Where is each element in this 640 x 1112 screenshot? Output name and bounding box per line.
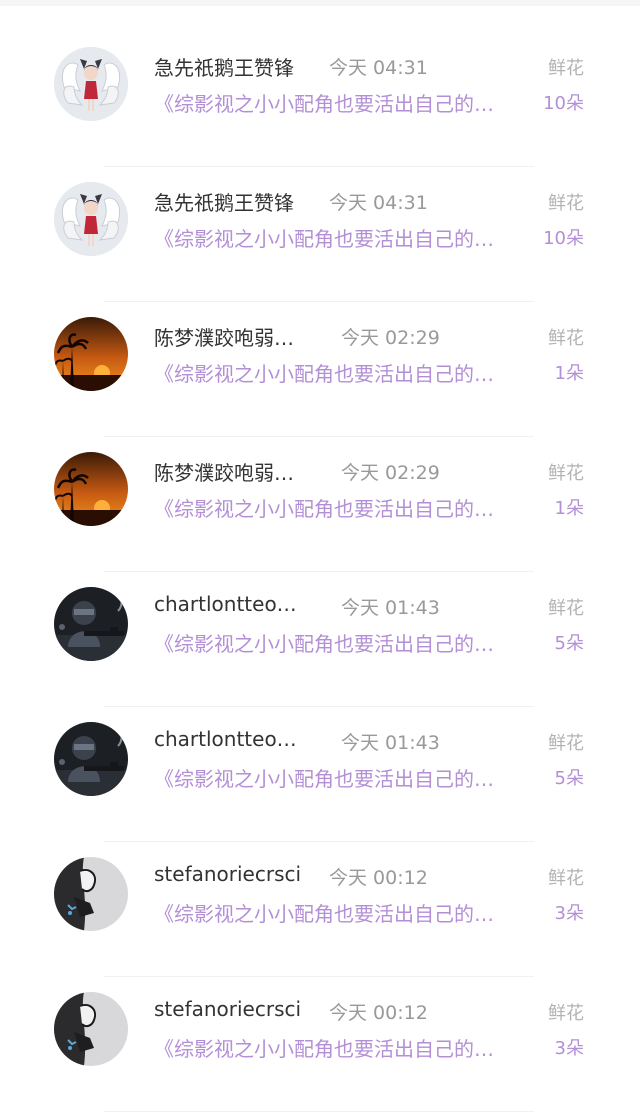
user-name[interactable]: stefanoriecrsci (154, 997, 301, 1021)
gift-time: 今天 02:29 (341, 327, 440, 349)
avatar[interactable] (54, 452, 128, 526)
book-title-link[interactable]: 《综影视之小小配角也要活出自己的… (154, 223, 494, 252)
book-title-link[interactable]: 《综影视之小小配角也要活出自己的… (154, 88, 494, 117)
gift-type-label: 鲜花 (548, 1003, 584, 1024)
avatar[interactable] (54, 587, 128, 661)
list-item[interactable]: 急先祇鹅王赞锋 今天 04:31 鲜花 《综影视之小小配角也要活出自己的… 10… (0, 32, 640, 167)
avatar[interactable] (54, 47, 128, 121)
flower-count: 3朵 (554, 903, 584, 924)
flower-count: 1朵 (554, 363, 584, 384)
gift-time: 今天 01:43 (341, 597, 440, 619)
gift-type-label: 鲜花 (548, 598, 584, 619)
flower-count: 5朵 (554, 768, 584, 789)
list-item[interactable]: 急先祇鹅王赞锋 今天 04:31 鲜花 《综影视之小小配角也要活出自己的… 10… (0, 167, 640, 302)
user-name[interactable]: 急先祇鹅王赞锋 (154, 52, 294, 81)
gift-time: 今天 00:12 (329, 1002, 428, 1024)
flower-count: 5朵 (554, 633, 584, 654)
list-item[interactable]: chartlontteo… 今天 01:43 鲜花 《综影视之小小配角也要活出自… (0, 707, 640, 842)
user-name[interactable]: stefanoriecrsci (154, 862, 301, 886)
gift-time: 今天 01:43 (341, 732, 440, 754)
list-item[interactable]: 陈梦濮跤咆弱… 今天 02:29 鲜花 《综影视之小小配角也要活出自己的… 1朵 (0, 437, 640, 572)
flower-count: 10朵 (543, 93, 584, 114)
gift-type-label: 鲜花 (548, 328, 584, 349)
gift-record-page: 急先祇鹅王赞锋 今天 04:31 鲜花 《综影视之小小配角也要活出自己的… 10… (0, 0, 640, 1112)
gift-type-label: 鲜花 (548, 193, 584, 214)
avatar[interactable] (54, 182, 128, 256)
user-name[interactable]: 陈梦濮跤咆弱… (154, 457, 294, 486)
flower-count: 10朵 (543, 228, 584, 249)
user-name[interactable]: chartlontteo… (154, 727, 297, 751)
user-name[interactable]: 陈梦濮跤咆弱… (154, 322, 294, 351)
gift-type-label: 鲜花 (548, 868, 584, 889)
list-item[interactable]: stefanoriecrsci 今天 00:12 鲜花 《综影视之小小配角也要活… (0, 842, 640, 977)
gift-time: 今天 00:12 (329, 867, 428, 889)
user-name[interactable]: chartlontteo… (154, 592, 297, 616)
gift-time: 今天 04:31 (329, 57, 428, 79)
book-title-link[interactable]: 《综影视之小小配角也要活出自己的… (154, 898, 494, 927)
book-title-link[interactable]: 《综影视之小小配角也要活出自己的… (154, 493, 494, 522)
book-title-link[interactable]: 《综影视之小小配角也要活出自己的… (154, 763, 494, 792)
flower-count: 3朵 (554, 1038, 584, 1059)
list-item[interactable]: chartlontteo… 今天 01:43 鲜花 《综影视之小小配角也要活出自… (0, 572, 640, 707)
gift-time: 今天 02:29 (341, 462, 440, 484)
top-strip (0, 0, 640, 6)
user-name[interactable]: 急先祇鹅王赞锋 (154, 187, 294, 216)
gift-type-label: 鲜花 (548, 58, 584, 79)
avatar[interactable] (54, 317, 128, 391)
avatar[interactable] (54, 857, 128, 931)
book-title-link[interactable]: 《综影视之小小配角也要活出自己的… (154, 358, 494, 387)
list-item[interactable]: stefanoriecrsci 今天 00:12 鲜花 《综影视之小小配角也要活… (0, 977, 640, 1112)
book-title-link[interactable]: 《综影视之小小配角也要活出自己的… (154, 1033, 494, 1062)
flower-count: 1朵 (554, 498, 584, 519)
gift-type-label: 鲜花 (548, 463, 584, 484)
avatar[interactable] (54, 992, 128, 1066)
gift-time: 今天 04:31 (329, 192, 428, 214)
avatar[interactable] (54, 722, 128, 796)
book-title-link[interactable]: 《综影视之小小配角也要活出自己的… (154, 628, 494, 657)
gift-type-label: 鲜花 (548, 733, 584, 754)
list-item[interactable]: 陈梦濮跤咆弱… 今天 02:29 鲜花 《综影视之小小配角也要活出自己的… 1朵 (0, 302, 640, 437)
